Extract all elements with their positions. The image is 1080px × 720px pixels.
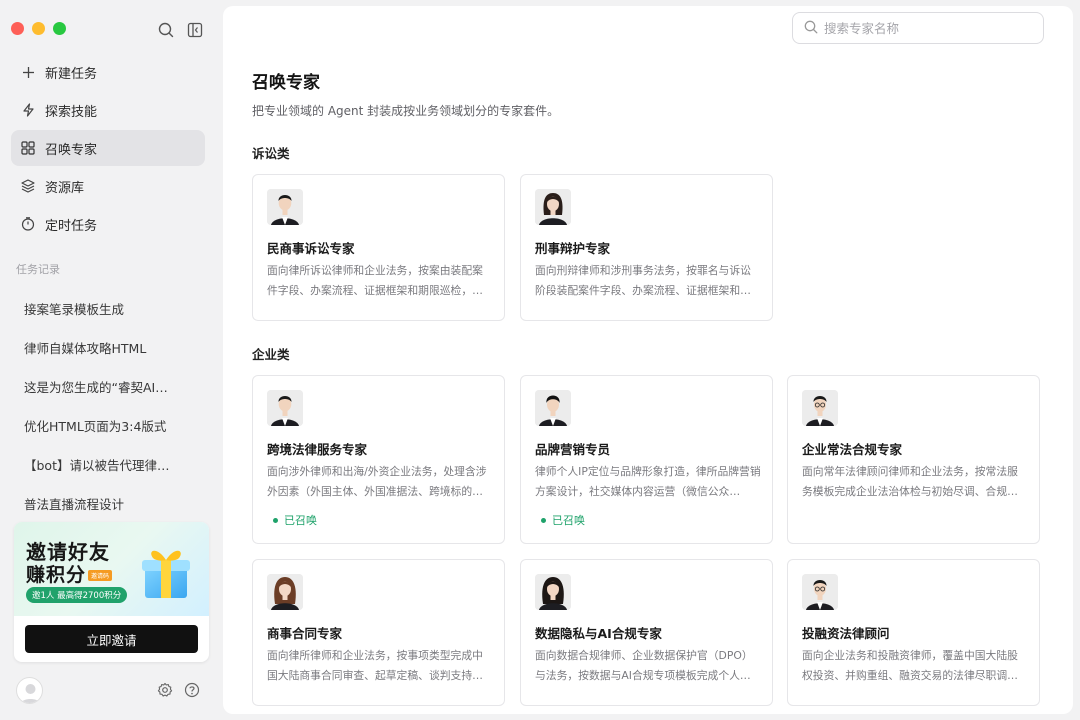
expert-description: 面向律所诉讼律师和企业法务，按案由装配案件字段、办案流程、证据框架和期限巡检，… <box>267 264 483 297</box>
sidebar-item-label: 新建任务 <box>45 66 98 82</box>
expert-description: 面向刑辩律师和涉刑事务法务，按罪名与诉讼阶段装配案件字段、办案流程、证据框架和… <box>535 264 751 297</box>
expert-name: 跨境法律服务专家 <box>267 442 368 457</box>
expert-card[interactable]: 跨境法律服务专家 面向涉外律师和出海/外资企业法务，处理含涉外因素（外国主体、外… <box>252 375 505 544</box>
promo-title-line2: 赚积分 <box>26 564 87 586</box>
sidebar-item-label: 定时任务 <box>45 218 98 234</box>
expert-card[interactable]: 民商事诉讼专家 面向律所诉讼律师和企业法务，按案由装配案件字段、办案流程、证据框… <box>252 174 505 321</box>
grid-icon <box>21 141 35 155</box>
search-icon[interactable] <box>157 21 175 39</box>
expert-name: 商事合同专家 <box>267 626 343 641</box>
history-item[interactable]: 【bot】请以被告代理律… <box>11 445 205 484</box>
expert-avatar <box>802 574 838 610</box>
expert-name: 刑事辩护专家 <box>535 241 611 256</box>
expert-name: 品牌营销专员 <box>535 442 611 457</box>
status-label: 已召唤 <box>284 514 317 527</box>
sidebar-item-label: 资源库 <box>45 180 85 196</box>
plus-icon <box>21 65 35 79</box>
expert-description: 面向常年法律顾问律师和企业法务，按常法服务模板完成企业法治体检与初始尽调、合规… <box>802 465 1018 498</box>
page-description: 把专业领域的 Agent 封装成按业务领域划分的专家套件。 <box>252 104 560 118</box>
expert-avatar <box>267 390 303 426</box>
sidebar-toggle-icon[interactable] <box>186 21 204 39</box>
status-dot-icon <box>541 517 546 523</box>
history-item[interactable]: 优化HTML页面为3:4版式 <box>11 406 205 445</box>
status-dot-icon <box>273 517 278 523</box>
status-label: 已召唤 <box>552 514 585 527</box>
promo-points-pill: 邀1人 最高得2700积分 <box>26 587 128 603</box>
expert-card[interactable]: 数据隐私与AI合规专家 面向数据合规律师、企业数据保护官（DPO）与法务，按数据… <box>520 559 773 706</box>
sidebar-item-label: 探索技能 <box>45 104 98 120</box>
sidebar-item-label: 召唤专家 <box>45 142 98 158</box>
lightning-icon <box>21 103 35 117</box>
minimize-window-button[interactable] <box>32 22 45 35</box>
summoned-status: 已召唤 <box>273 512 317 528</box>
promo-badge: 邀请码 <box>88 570 113 581</box>
sidebar: 新建任务 探索技能 召唤专家 资源库 定时任务 任务记录 接案笔录模板生成 律师… <box>0 0 222 720</box>
sidebar-item-resources[interactable]: 资源库 <box>11 168 205 204</box>
expert-avatar <box>802 390 838 426</box>
expert-description: 律师个人IP定位与品牌形象打造，律所品牌营销方案设计，社交媒体内容运营（微信公众… <box>535 465 761 498</box>
expert-avatar <box>267 189 303 225</box>
expert-name: 投融资法律顾问 <box>802 626 890 641</box>
search-input[interactable] <box>824 20 1024 36</box>
expert-description: 面向涉外律师和出海/外资企业法务，处理含涉外因素（外国主体、外国准据法、跨境标的… <box>267 465 487 498</box>
close-window-button[interactable] <box>11 22 24 35</box>
page-title: 召唤专家 <box>252 73 320 93</box>
help-icon[interactable] <box>184 682 200 698</box>
history-list: 接案笔录模板生成 律师自媒体攻略HTML 这是为您生成的“睿契AI… 优化HTM… <box>11 289 205 523</box>
search-box[interactable] <box>792 12 1044 44</box>
layers-icon <box>21 179 35 193</box>
expert-name: 民商事诉讼专家 <box>267 241 355 256</box>
sidebar-item-scheduled-tasks[interactable]: 定时任务 <box>11 206 205 242</box>
search-icon <box>804 19 818 38</box>
invite-button[interactable]: 立即邀请 <box>25 625 198 653</box>
expert-name: 数据隐私与AI合规专家 <box>535 626 662 641</box>
sidebar-item-summon-experts[interactable]: 召唤专家 <box>11 130 205 166</box>
gift-box-icon <box>139 540 195 602</box>
history-item[interactable]: 律师自媒体攻略HTML <box>11 328 205 367</box>
invite-promo-card: 邀请好友 赚积分 邀请码 邀1人 最高得2700积分 立即邀请 <box>14 522 209 662</box>
history-item[interactable]: 普法直播流程设计 <box>11 484 205 523</box>
expert-description: 面向企业法务和投融资律师，覆盖中国大陆股权投资、并购重组、融资交易的法律尽职调… <box>802 649 1018 682</box>
user-avatar[interactable] <box>16 677 43 704</box>
main-panel: 召唤专家 把专业领域的 Agent 封装成按业务领域划分的专家套件。 诉讼类 企… <box>223 6 1073 714</box>
expert-card[interactable]: 投融资法律顾问 面向企业法务和投融资律师，覆盖中国大陆股权投资、并购重组、融资交… <box>787 559 1040 706</box>
expert-card[interactable]: 品牌营销专员 律师个人IP定位与品牌形象打造，律所品牌营销方案设计，社交媒体内容… <box>520 375 773 544</box>
sidebar-item-new-task[interactable]: 新建任务 <box>11 54 205 90</box>
history-item[interactable]: 这是为您生成的“睿契AI… <box>11 367 205 406</box>
expert-avatar <box>535 390 571 426</box>
expert-avatar <box>535 574 571 610</box>
history-item[interactable]: 接案笔录模板生成 <box>11 289 205 328</box>
sidebar-nav: 新建任务 探索技能 召唤专家 资源库 定时任务 <box>11 54 205 244</box>
sidebar-item-explore-skills[interactable]: 探索技能 <box>11 92 205 128</box>
expert-name: 企业常法合规专家 <box>802 442 903 457</box>
expert-avatar <box>267 574 303 610</box>
window-controls <box>11 22 66 35</box>
expert-description: 面向数据合规律师、企业数据保护官（DPO）与法务，按数据与AI合规专项模板完成个… <box>535 649 753 682</box>
category-title: 企业类 <box>252 347 290 362</box>
history-section-title: 任务记录 <box>16 263 60 276</box>
summoned-status: 已召唤 <box>541 512 585 528</box>
clock-icon <box>21 217 35 231</box>
maximize-window-button[interactable] <box>53 22 66 35</box>
expert-avatar <box>535 189 571 225</box>
promo-banner: 邀请好友 赚积分 邀请码 邀1人 最高得2700积分 <box>14 522 209 616</box>
expert-card[interactable]: 企业常法合规专家 面向常年法律顾问律师和企业法务，按常法服务模板完成企业法治体检… <box>787 375 1040 544</box>
expert-card[interactable]: 刑事辩护专家 面向刑辩律师和涉刑事务法务，按罪名与诉讼阶段装配案件字段、办案流程… <box>520 174 773 321</box>
expert-card[interactable]: 商事合同专家 面向律所律师和企业法务，按事项类型完成中国大陆商事合同审查、起草定… <box>252 559 505 706</box>
expert-description: 面向律所律师和企业法务，按事项类型完成中国大陆商事合同审查、起草定稿、谈判支持… <box>267 649 483 682</box>
category-title: 诉讼类 <box>252 146 290 161</box>
settings-icon[interactable] <box>157 682 173 698</box>
